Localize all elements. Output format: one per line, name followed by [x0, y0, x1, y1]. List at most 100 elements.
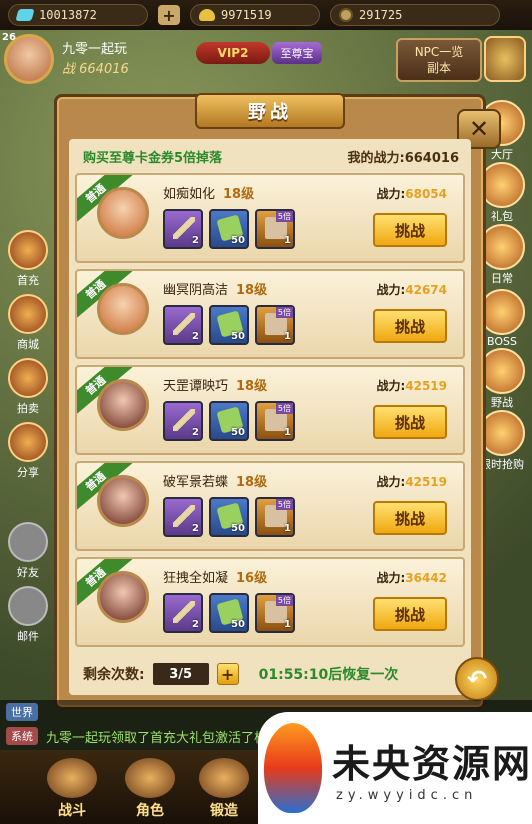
challenge-button[interactable]: 挑战: [373, 213, 447, 247]
opponent-avatar: [97, 283, 149, 335]
reward-item[interactable]: 5倍 1: [255, 209, 295, 249]
reward-item[interactable]: 50: [209, 593, 249, 633]
reward-item[interactable]: 5倍 1: [255, 305, 295, 345]
opponent-power: 战力:42674: [376, 283, 447, 297]
remaining-label: 剩余次数:: [83, 667, 145, 683]
reward-item[interactable]: 2: [163, 593, 203, 633]
character-icon: [125, 758, 175, 798]
nav-battle[interactable]: 战斗: [40, 756, 104, 820]
reward-item[interactable]: 5倍 1: [255, 401, 295, 441]
nav-forge[interactable]: 锻造: [192, 756, 256, 820]
player-name: 九零一起玩: [62, 42, 128, 57]
promo-text: 购买至尊卡金券5倍掉落: [83, 151, 223, 166]
opponent-power: 战力:36442: [376, 571, 447, 585]
gold-counter: 9971519: [190, 4, 320, 26]
challenge-button[interactable]: 挑战: [373, 405, 447, 439]
opponent-card: 普通 破军景若蝶 18级 2 50 5倍 1 战力:42519 挑战: [75, 461, 465, 551]
reward-item[interactable]: 50: [209, 305, 249, 345]
menu-first-recharge[interactable]: 首充: [2, 230, 54, 290]
site-watermark: 未央资源网 zy.wyyidc.cn: [258, 712, 532, 824]
copper-counter: 291725: [330, 4, 500, 26]
reward-item[interactable]: 50: [209, 497, 249, 537]
gold-value: 9971519: [221, 8, 272, 22]
shop-icon: [8, 294, 48, 334]
nav-character[interactable]: 角色: [118, 756, 182, 820]
opponent-card: 普通 幽冥阴高洁 18级 2 50 5倍 1 战力:42674 挑战: [75, 269, 465, 359]
scroll-icon[interactable]: [484, 36, 526, 82]
watermark-url: zy.wyyidc.cn: [336, 788, 478, 803]
reward-item[interactable]: 2: [163, 401, 203, 441]
opponent-card: 普通 狂拽全如凝 16级 2 50 5倍 1 战力:36442 挑战: [75, 557, 465, 647]
dialog-title: 野战: [195, 93, 345, 129]
reward-item[interactable]: 2: [163, 305, 203, 345]
gold-ingot-icon: [199, 9, 215, 21]
anvil-icon: [199, 758, 249, 798]
mail-icon: [8, 586, 48, 626]
reward-item[interactable]: 2: [163, 497, 203, 537]
reward-items: 2 50 5倍 1: [163, 593, 295, 633]
remaining-count: 3/5: [152, 663, 209, 685]
resource-bar: 10013872 + 9971519 291725: [0, 0, 532, 30]
player-power: 战 664016: [62, 62, 129, 77]
hammer-icon: [8, 358, 48, 398]
gem-value: 10013872: [39, 8, 97, 22]
reward-item[interactable]: 5倍 1: [255, 497, 295, 537]
menu-friends[interactable]: 好友: [2, 522, 54, 582]
reward-item[interactable]: 50: [209, 209, 249, 249]
player-info: 26 九零一起玩 战 664016 VIP2 至尊宝 NPC一览 副本: [0, 30, 532, 90]
back-arrow-icon[interactable]: ↶: [455, 657, 499, 701]
opponent-name: 幽冥阴高洁 18级: [163, 283, 268, 298]
reward-items: 2 50 5倍 1: [163, 209, 295, 249]
npc-label: NPC一览: [414, 45, 464, 59]
world-channel-tab[interactable]: 世界: [6, 703, 38, 721]
opponent-name: 如痴如化 18级: [163, 187, 255, 202]
friends-icon: [8, 522, 48, 562]
watermark-title: 未央资源网: [332, 741, 532, 786]
opponent-name: 破军景若蝶 18级: [163, 475, 268, 490]
challenge-button[interactable]: 挑战: [373, 309, 447, 343]
dialog-header: 购买至尊卡金券5倍掉落 我的战力:664016: [83, 147, 459, 166]
gem-counter: 10013872: [8, 4, 148, 26]
opponent-avatar: [97, 187, 149, 239]
system-channel-tab[interactable]: 系统: [6, 727, 38, 745]
opponent-avatar: [97, 571, 149, 623]
left-menu: 首充 商城 拍卖 分享 好友 邮件: [2, 230, 54, 650]
my-power: 我的战力:664016: [347, 151, 459, 166]
menu-share[interactable]: 分享: [2, 422, 54, 482]
opponent-power: 战力:68054: [376, 187, 447, 201]
opponent-power: 战力:42519: [376, 475, 447, 489]
swords-icon: [47, 758, 97, 798]
gem-icon: [15, 9, 35, 21]
reward-items: 2 50 5倍 1: [163, 305, 295, 345]
coin-icon: [339, 8, 353, 22]
gift-icon: [8, 230, 48, 270]
recovery-timer: 01:55:10后恢复一次: [258, 667, 399, 683]
opponent-name: 天罡谭映巧 18级: [163, 379, 268, 394]
reward-item[interactable]: 50: [209, 401, 249, 441]
dialog-body: 购买至尊卡金券5倍掉落 我的战力:664016 普通 如痴如化 18级 2 50 …: [69, 139, 471, 695]
opponent-card: 普通 如痴如化 18级 2 50 5倍 1 战力:68054 挑战: [75, 173, 465, 263]
menu-auction[interactable]: 拍卖: [2, 358, 54, 418]
opponent-card: 普通 天罡谭映巧 18级 2 50 5倍 1 战力:42519 挑战: [75, 365, 465, 455]
challenge-button[interactable]: 挑战: [373, 501, 447, 535]
zhizun-badge[interactable]: 至尊宝: [272, 42, 322, 64]
reward-item[interactable]: 2: [163, 209, 203, 249]
reward-items: 2 50 5倍 1: [163, 497, 295, 537]
npc-list-button[interactable]: NPC一览 副本: [396, 38, 482, 82]
flame-logo-icon: [264, 723, 322, 813]
menu-shop[interactable]: 商城: [2, 294, 54, 354]
field-battle-dialog: 野战 ✕ 购买至尊卡金券5倍掉落 我的战力:664016 普通 如痴如化 18级 …: [54, 93, 501, 710]
opponent-name: 狂拽全如凝 16级: [163, 571, 268, 586]
reward-items: 2 50 5倍 1: [163, 401, 295, 441]
share-icon: [8, 422, 48, 462]
opponent-avatar: [97, 475, 149, 527]
opponent-avatar: [97, 379, 149, 431]
vip-badge[interactable]: VIP2: [196, 42, 270, 64]
dungeon-label: 副本: [426, 61, 451, 75]
add-attempts-button[interactable]: +: [216, 663, 239, 685]
menu-mail[interactable]: 邮件: [2, 586, 54, 646]
recharge-button[interactable]: +: [158, 5, 180, 25]
challenge-button[interactable]: 挑战: [373, 597, 447, 631]
player-level: 26: [2, 32, 16, 43]
reward-item[interactable]: 5倍 1: [255, 593, 295, 633]
